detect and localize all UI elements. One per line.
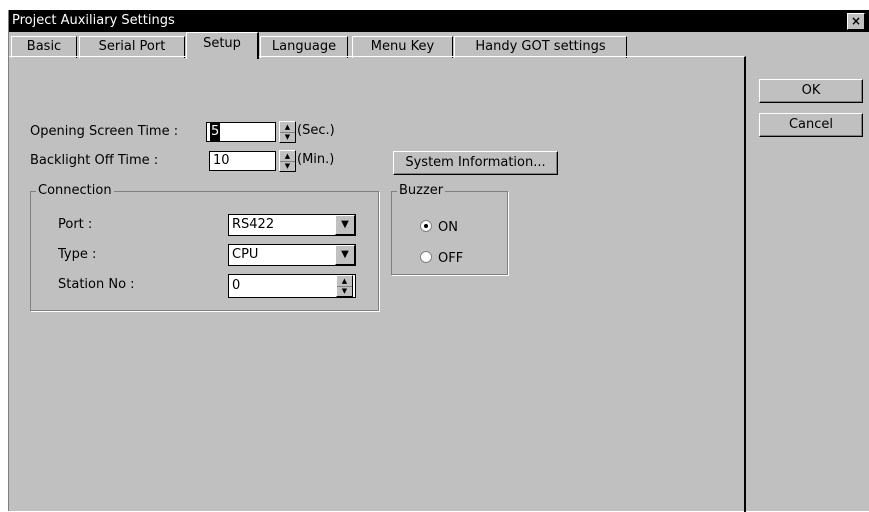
backlight-off-time-value: 10 bbox=[213, 153, 230, 168]
window-title: Project Auxiliary Settings bbox=[12, 13, 175, 28]
tab-handy-got-settings[interactable]: Handy GOT settings bbox=[454, 36, 627, 58]
tab-menu-key[interactable]: Menu Key bbox=[352, 36, 453, 58]
tab-serial-port[interactable]: Serial Port bbox=[79, 36, 185, 58]
close-button[interactable]: × bbox=[847, 13, 865, 30]
opening-screen-time-label: Opening Screen Time : bbox=[30, 124, 179, 139]
tab-label: Serial Port bbox=[98, 39, 166, 54]
spin-down-icon[interactable]: ▼ bbox=[280, 161, 295, 171]
ok-button[interactable]: OK bbox=[759, 79, 863, 103]
tab-label: Handy GOT settings bbox=[475, 39, 606, 54]
cancel-button[interactable]: Cancel bbox=[759, 113, 863, 137]
backlight-off-time-label: Backlight Off Time : bbox=[30, 153, 159, 168]
buzzer-group: Buzzer ON OFF bbox=[391, 183, 508, 275]
connection-group: Connection Port : RS422 ▼ Type : CPU ▼ S… bbox=[30, 183, 379, 311]
buzzer-group-title: Buzzer bbox=[397, 183, 446, 199]
buzzer-off-radio[interactable]: OFF bbox=[420, 251, 463, 266]
setup-panel: Opening Screen Time : 5 ▲ ▼ (Sec.) Backl… bbox=[9, 56, 746, 512]
port-label: Port : bbox=[58, 217, 93, 232]
project-auxiliary-settings-dialog: Project Auxiliary Settings × Basic Seria… bbox=[8, 10, 869, 512]
tab-language[interactable]: Language bbox=[260, 36, 348, 58]
station-no-spinner[interactable]: ▲ ▼ bbox=[336, 275, 353, 297]
buzzer-on-radio[interactable]: ON bbox=[420, 220, 458, 235]
system-information-button[interactable]: System Information... bbox=[393, 151, 558, 175]
radio-selected-icon bbox=[420, 220, 432, 232]
tab-label: Basic bbox=[26, 39, 62, 54]
buzzer-on-label: ON bbox=[438, 220, 458, 235]
opening-screen-time-unit: (Sec.) bbox=[297, 123, 335, 138]
opening-screen-time-value: 5 bbox=[210, 123, 221, 141]
spin-down-icon[interactable]: ▼ bbox=[280, 132, 295, 142]
type-select[interactable]: CPU ▼ bbox=[228, 244, 356, 266]
type-value: CPU bbox=[232, 247, 259, 262]
backlight-off-time-spinner[interactable]: ▲ ▼ bbox=[279, 150, 296, 172]
tab-setup[interactable]: Setup bbox=[186, 32, 259, 59]
close-icon: × bbox=[850, 14, 862, 28]
chevron-down-icon[interactable]: ▼ bbox=[335, 245, 355, 265]
backlight-off-time-input[interactable]: 10 bbox=[209, 151, 276, 171]
tab-strip: Basic Serial Port Setup Language Menu Ke… bbox=[9, 32, 749, 59]
station-no-value: 0 bbox=[232, 278, 241, 293]
opening-screen-time-spinner[interactable]: ▲ ▼ bbox=[279, 121, 296, 143]
tab-label: Language bbox=[271, 39, 337, 54]
station-no-label: Station No : bbox=[58, 277, 135, 292]
port-select[interactable]: RS422 ▼ bbox=[228, 214, 356, 236]
tab-label: Setup bbox=[203, 36, 241, 51]
title-bar: Project Auxiliary Settings × bbox=[9, 10, 869, 32]
spin-down-icon[interactable]: ▼ bbox=[337, 286, 352, 296]
chevron-down-icon[interactable]: ▼ bbox=[335, 215, 355, 235]
type-label: Type : bbox=[58, 247, 97, 262]
buzzer-off-label: OFF bbox=[438, 251, 464, 266]
tab-label: Menu Key bbox=[370, 39, 435, 54]
tab-basic[interactable]: Basic bbox=[11, 36, 77, 58]
radio-unselected-icon bbox=[420, 251, 432, 263]
opening-screen-time-input[interactable]: 5 bbox=[206, 122, 276, 142]
connection-group-title: Connection bbox=[36, 183, 114, 199]
backlight-off-time-unit: (Min.) bbox=[297, 152, 335, 167]
port-value: RS422 bbox=[232, 217, 275, 232]
